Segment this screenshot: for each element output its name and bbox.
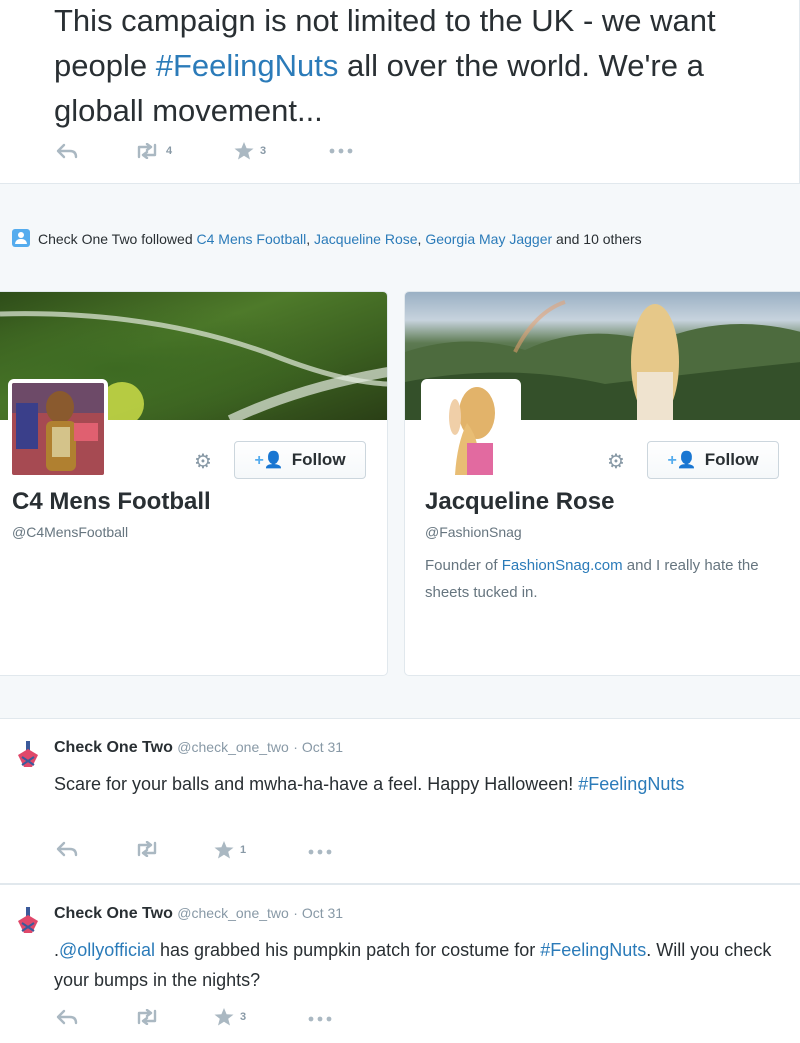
gear-icon[interactable]: ⚙ [194,452,212,472]
reply-icon [56,841,78,857]
star-icon [214,1008,234,1026]
actor-name[interactable]: Check One Two [38,231,137,247]
reply-icon [56,1009,78,1025]
profile-name[interactable]: Jacqueline Rose [425,488,614,516]
tweet-username[interactable]: @check_one_two [177,739,289,755]
more-icon [329,148,353,154]
tweet-header: Check One Two @check_one_two · Oct 31 [54,739,343,757]
person-icon [12,229,30,247]
profile-name[interactable]: C4 Mens Football [12,488,211,516]
profile-bio: Founder of FashionSnag.com and I really … [425,552,785,606]
hashtag-link[interactable]: #FeelingNuts [156,48,339,83]
more-icon [308,1016,332,1022]
star-icon [214,841,234,859]
retweet-icon [137,143,157,159]
tweet-text: .@ollyofficial has grabbed his pumpkin p… [54,935,774,995]
follow-button[interactable]: +👤 Follow [647,441,779,479]
follow-label: Follow [704,450,759,469]
tweet-timestamp[interactable]: · Oct 31 [293,905,343,921]
retweet-button[interactable]: 4 [134,143,172,159]
check-one-two-logo-icon [18,907,38,933]
tweet-text: This campaign is not limited to the UK -… [54,0,784,133]
avatar[interactable] [8,379,108,479]
followed-account-link[interactable]: Georgia May Jagger [425,231,552,247]
profile-card[interactable]: ⚙ +👤 Follow Jacqueline Rose @FashionSnag… [404,291,800,676]
profile-card[interactable]: ⚙ +👤 Follow C4 Mens Football @C4MensFoot… [0,291,388,676]
follow-user-icon: +👤 [254,452,284,469]
favorite-button[interactable]: 3 [234,142,266,160]
tweet-text-part: has grabbed his pumpkin patch for costum… [155,940,541,960]
mention-link[interactable]: @ollyofficial [59,940,155,960]
reply-icon [56,143,78,159]
follow-notification: Check One Two followed C4 Mens Football,… [12,226,782,252]
retweet-button[interactable] [134,841,160,857]
avatar-image [425,383,517,475]
follow-label: Follow [291,450,346,469]
favorite-count: 3 [260,145,267,157]
reply-button[interactable] [56,1009,78,1025]
retweet-icon [137,841,157,857]
check-one-two-logo-icon [18,741,38,767]
reply-button[interactable] [56,841,78,857]
gear-icon[interactable]: ⚙ [607,452,625,472]
notification-text: followed [137,231,197,247]
avatar[interactable] [421,379,521,479]
profile-handle[interactable]: @FashionSnag [425,524,522,540]
avatar-image [12,383,104,475]
tweet[interactable]: Check One Two @check_one_two · Oct 31 .@… [0,884,800,1043]
tweet-fullname[interactable]: Check One Two [54,905,173,922]
more-icon [308,849,332,855]
tweet-header: Check One Two @check_one_two · Oct 31 [54,905,343,923]
bio-link[interactable]: FashionSnag.com [502,557,623,574]
retweet-icon [137,1009,157,1025]
notification-text: , [306,231,315,247]
tweet-text-part: Scare for your balls and mwha-ha-have a … [54,774,579,794]
favorite-count: 3 [240,1011,247,1023]
follow-button[interactable]: +👤 Follow [234,441,366,479]
profile-handle[interactable]: @C4MensFootball [12,524,128,540]
bio-text: Founder of [425,557,502,574]
favorite-button[interactable]: 3 [214,1008,246,1026]
tweet-fullname[interactable]: Check One Two [54,739,173,756]
more-button[interactable] [308,849,332,855]
tweet-text: Scare for your balls and mwha-ha-have a … [54,769,774,799]
top-tweet: This campaign is not limited to the UK -… [0,0,800,184]
tweet-timestamp[interactable]: · Oct 31 [293,739,343,755]
followed-account-link[interactable]: Jacqueline Rose [314,231,418,247]
retweet-count: 4 [166,145,173,157]
retweet-button[interactable] [134,1009,160,1025]
tweet-username[interactable]: @check_one_two [177,905,289,921]
reply-button[interactable] [56,143,78,159]
tweet[interactable]: Check One Two @check_one_two · Oct 31 Sc… [0,718,800,884]
hashtag-link[interactable]: #FeelingNuts [540,940,646,960]
star-icon [234,142,254,160]
hashtag-link[interactable]: #FeelingNuts [578,774,684,794]
followed-account-link[interactable]: C4 Mens Football [197,231,307,247]
and-others-link[interactable]: and 10 others [552,231,642,247]
more-button[interactable] [329,148,353,154]
more-button[interactable] [308,1016,332,1022]
favorite-count: 1 [240,844,247,856]
favorite-button[interactable]: 1 [214,841,246,859]
follow-user-icon: +👤 [667,452,697,469]
